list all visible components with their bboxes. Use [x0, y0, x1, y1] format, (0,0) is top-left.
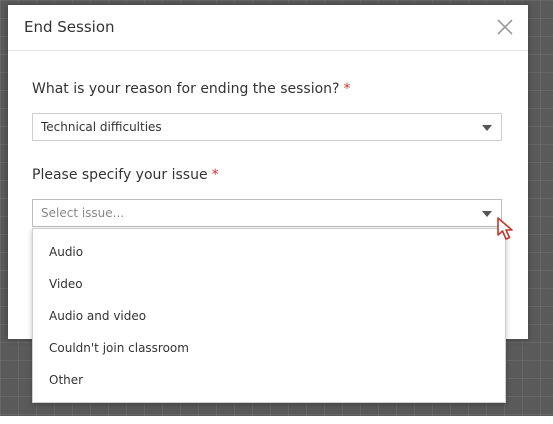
modal-title: End Session	[24, 18, 115, 36]
issue-placeholder: Select issue...	[41, 206, 125, 220]
reason-required-mark: *	[343, 81, 351, 97]
issue-option-audio-and-video[interactable]: Audio and video	[33, 300, 505, 332]
page-backdrop-strip	[0, 416, 553, 424]
issue-option-other[interactable]: Other	[33, 364, 505, 396]
issue-label-text: Please specify your issue	[32, 167, 208, 183]
issue-select[interactable]: Select issue...	[32, 199, 502, 227]
issue-option-audio[interactable]: Audio	[33, 236, 505, 268]
modal-header: End Session	[8, 5, 528, 51]
issue-dropdown-menu: Audio Video Audio and video Couldn't joi…	[32, 228, 506, 403]
reason-select[interactable]: Technical difficulties	[32, 113, 502, 141]
reason-selected-value: Technical difficulties	[41, 120, 162, 134]
reason-label-text: What is your reason for ending the sessi…	[32, 81, 340, 97]
issue-required-mark: *	[211, 167, 219, 183]
close-icon[interactable]	[496, 18, 514, 36]
pointer-cursor-icon	[496, 216, 520, 242]
issue-label: Please specify your issue *	[32, 167, 219, 183]
chevron-down-icon	[482, 125, 492, 131]
reason-label: What is your reason for ending the sessi…	[32, 81, 350, 97]
issue-option-video[interactable]: Video	[33, 268, 505, 300]
issue-option-couldnt-join-classroom[interactable]: Couldn't join classroom	[33, 332, 505, 364]
chevron-down-icon	[482, 211, 492, 217]
